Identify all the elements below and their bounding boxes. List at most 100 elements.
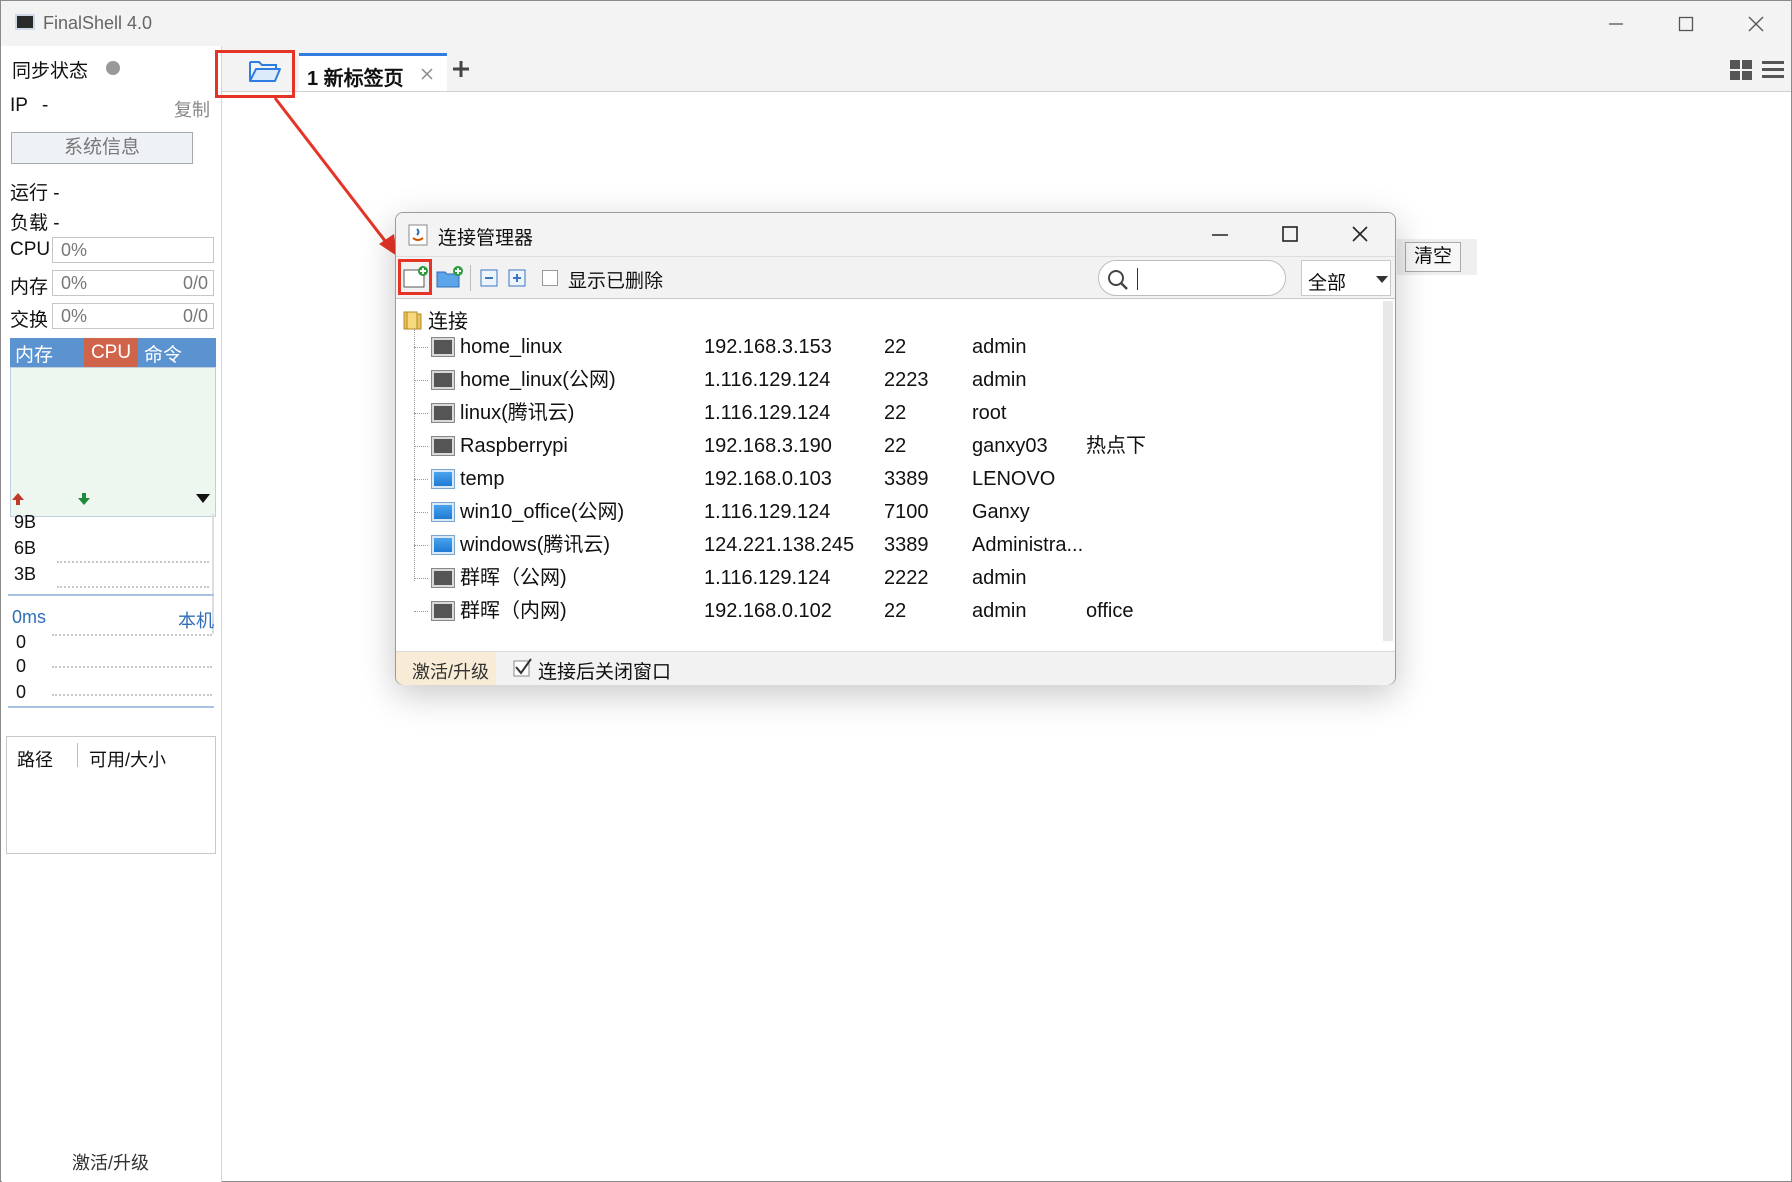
grid-view-icon[interactable]	[1730, 60, 1752, 80]
activate-upgrade-link[interactable]: 激活/升级	[72, 1149, 149, 1175]
dropdown-arrow-icon[interactable]	[196, 494, 210, 504]
maximize-icon	[1678, 16, 1694, 31]
remote-desktop-icon	[431, 535, 455, 555]
connection-host: 1.116.129.124	[704, 501, 831, 523]
monitor-graph	[10, 367, 216, 517]
local-host-label[interactable]: 本机	[178, 607, 214, 633]
connection-user: admin	[972, 600, 1027, 622]
dialog-title: 连接管理器	[438, 228, 534, 249]
connection-row[interactable]: Raspberrypi 192.168.3.190 22 ganxy03 热点下	[398, 430, 1383, 463]
connection-row[interactable]: linux(腾讯云) 1.116.129.124 22 root	[398, 397, 1383, 430]
clear-button[interactable]: 清空	[1405, 242, 1461, 272]
net-tick-6b: 6B	[14, 538, 37, 558]
dialog-activate-link[interactable]: 激活/升级	[412, 658, 489, 684]
sync-status-label: 同步状态	[12, 61, 89, 82]
root-folder-label[interactable]: 连接	[428, 305, 468, 334]
add-tab-button[interactable]	[452, 52, 470, 85]
tree-guide	[414, 611, 428, 612]
running-label: 运行 -	[10, 183, 60, 204]
net-tick-3b: 3B	[14, 564, 37, 584]
tree-guide	[414, 380, 428, 381]
monitor-tab-cpu[interactable]: CPU	[84, 338, 138, 367]
connection-note: 热点下	[1086, 435, 1146, 457]
connection-row[interactable]: home_linux 192.168.3.153 22 admin	[398, 331, 1383, 364]
latency-gridline	[52, 634, 212, 636]
connection-row[interactable]: temp 192.168.0.103 3389 LENOVO	[398, 463, 1383, 496]
tab-new[interactable]: 1 新标签页	[299, 53, 447, 93]
text-cursor	[1137, 268, 1138, 290]
disk-header-path[interactable]: 路径	[17, 746, 53, 772]
dialog-minimize-icon[interactable]	[1212, 229, 1228, 241]
connection-host: 192.168.3.153	[704, 336, 832, 358]
connection-user: Ganxy	[972, 501, 1030, 523]
close-icon	[1748, 16, 1764, 31]
connection-row[interactable]: home_linux(公网) 1.116.129.124 2223 admin	[398, 364, 1383, 397]
connection-user: root	[972, 402, 1007, 424]
connection-row[interactable]: 群晖（公网) 1.116.129.124 2222 admin	[398, 562, 1383, 595]
connection-user: Administra...	[972, 534, 1084, 556]
java-icon	[408, 224, 428, 246]
monitor-tab-command[interactable]: 命令	[144, 340, 182, 367]
connection-user: admin	[972, 567, 1027, 589]
disk-header-size[interactable]: 可用/大小	[89, 746, 166, 772]
cpu-label: CPU	[10, 239, 51, 260]
latency-value: 0	[16, 682, 27, 702]
close-after-connect-checkbox[interactable]	[513, 658, 533, 678]
collapse-all-icon[interactable]	[480, 269, 498, 287]
connection-row[interactable]: 群晖（内网) 192.168.0.102 22 admin office	[398, 595, 1383, 628]
tree-guide	[414, 545, 428, 546]
window-title: FinalShell 4.0	[43, 13, 153, 33]
dialog-title-bar: 连接管理器	[396, 213, 1395, 257]
connection-port: 2222	[884, 567, 929, 589]
search-input[interactable]	[1098, 260, 1286, 296]
expand-all-icon[interactable]	[508, 269, 526, 287]
connection-user: LENOVO	[972, 468, 1056, 490]
monitor-tab-memory[interactable]: 内存	[15, 340, 53, 367]
terminal-icon	[431, 370, 455, 390]
minimize-button[interactable]	[1581, 1, 1651, 46]
ip-value: -	[42, 95, 49, 116]
tab-close-icon[interactable]	[421, 68, 433, 80]
filter-dropdown[interactable]: 全部	[1301, 260, 1391, 296]
list-view-icon[interactable]	[1762, 60, 1784, 80]
new-connection-icon[interactable]	[403, 265, 429, 289]
connection-port: 7100	[884, 501, 929, 523]
dialog-close-icon[interactable]	[1352, 226, 1368, 242]
plus-icon	[453, 61, 469, 77]
cpu-value: 0%	[61, 240, 88, 260]
connection-row[interactable]: windows(腾讯云) 124.221.138.245 3389 Administr…	[398, 529, 1383, 562]
connection-tree: 连接 home_linux 192.168.3.153 22 admin home_li…	[398, 301, 1383, 639]
connection-port: 22	[884, 435, 907, 457]
connection-port: 3389	[884, 468, 929, 490]
tree-guide	[414, 479, 428, 480]
terminal-icon	[431, 568, 455, 588]
maximize-button[interactable]	[1651, 1, 1721, 46]
new-folder-icon[interactable]	[436, 265, 464, 289]
sidebar: 同步状态 IP - 复制 系统信息 运行 - 负载 - CPU 0% 内存 0%…	[2, 46, 222, 1182]
dialog-footer: 激活/升级 连接后关闭窗口	[396, 651, 1395, 685]
copy-ip-link[interactable]: 复制	[174, 96, 210, 122]
close-button[interactable]	[1721, 1, 1791, 46]
dialog-maximize-icon[interactable]	[1282, 226, 1298, 242]
download-arrow-icon	[78, 493, 90, 505]
section-divider	[8, 594, 214, 596]
connection-name: temp	[460, 468, 505, 490]
tree-guide	[414, 446, 428, 447]
show-deleted-checkbox[interactable]	[542, 270, 558, 286]
latency-value: 0	[16, 656, 27, 676]
connection-name: windows(腾讯云)	[460, 534, 611, 556]
load-label: 负载 -	[10, 213, 60, 234]
connection-port: 22	[884, 336, 907, 358]
connection-manager-dialog: 连接管理器 显示已删除 全部 连接 home_linux 192.168.3.1…	[395, 212, 1396, 685]
folder-icon	[403, 311, 422, 330]
connection-note: office	[1086, 600, 1134, 622]
tree-guide	[414, 347, 428, 348]
connection-host: 192.168.3.190	[704, 435, 832, 457]
system-info-button[interactable]: 系统信息	[11, 132, 193, 164]
connection-row[interactable]: win10_office(公网) 1.116.129.124 7100 Ganxy	[398, 496, 1383, 529]
connection-host: 124.221.138.245	[704, 534, 855, 556]
vertical-scrollbar[interactable]	[1383, 301, 1393, 641]
content-separator	[222, 91, 1791, 92]
latency-gridline	[52, 666, 212, 668]
disk-table: 路径 可用/大小	[6, 736, 216, 854]
